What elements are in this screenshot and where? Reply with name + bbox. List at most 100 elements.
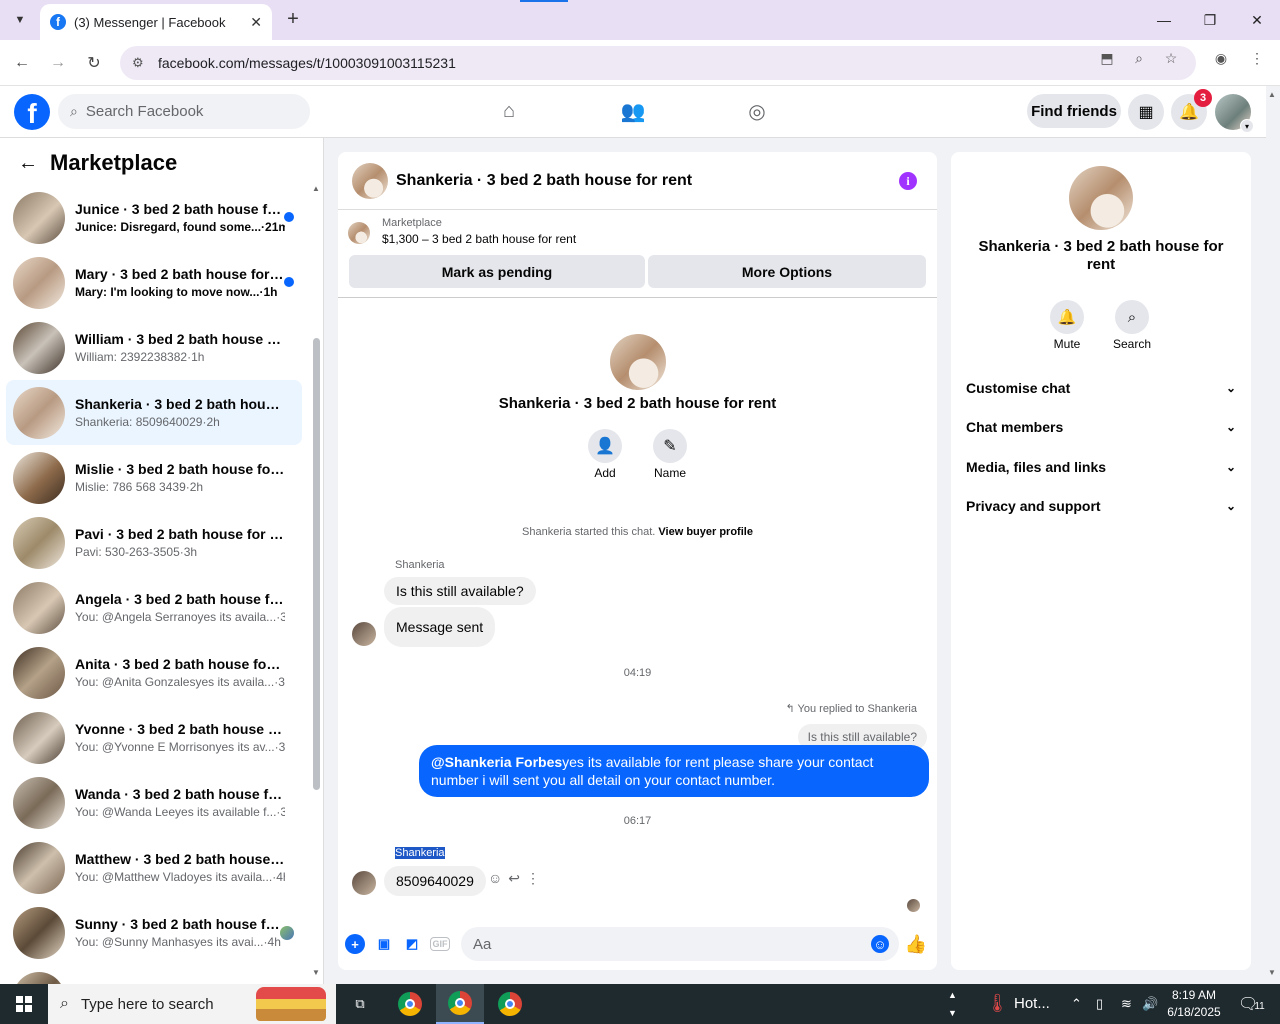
- conversation-item[interactable]: Angela · 3 bed 2 bath house for ... You: …: [6, 575, 302, 640]
- taskbar-search-placeholder: Type here to search: [80, 995, 214, 1013]
- tab-indicator: [520, 0, 568, 2]
- conversation-item[interactable]: Mary · 3 bed 2 bath house for ... Mary: I…: [6, 250, 302, 315]
- conversation-item[interactable]: Mislie · 3 bed 2 bath house for r... Misl…: [6, 445, 302, 510]
- emoji-icon[interactable]: ☺: [871, 935, 889, 953]
- chrome-profile-icon[interactable]: [436, 984, 484, 1024]
- star-icon[interactable]: ☆: [1162, 49, 1180, 67]
- install-icon[interactable]: ⬒: [1098, 49, 1116, 67]
- facebook-search[interactable]: ⌕: [58, 94, 310, 129]
- reload-icon[interactable]: ↻: [82, 51, 106, 75]
- more-options-button[interactable]: More Options: [648, 255, 926, 288]
- info-avatar[interactable]: [1069, 166, 1133, 230]
- mark-as-pending-button[interactable]: Mark as pending: [349, 255, 645, 288]
- incoming-message[interactable]: Message sent: [384, 607, 496, 647]
- notification-center-icon[interactable]: 🗨11: [1238, 994, 1265, 1014]
- page-scroll-up-icon[interactable]: ▲: [1268, 90, 1276, 99]
- search-icon[interactable]: ⌕: [1115, 300, 1149, 334]
- conversation-text: Junice · 3 bed 2 bath house fo... Junice:…: [75, 201, 285, 234]
- task-view-icon[interactable]: ⧉: [336, 984, 384, 1024]
- plus-icon[interactable]: +: [282, 8, 304, 30]
- sticker-icon[interactable]: ◩: [402, 934, 422, 954]
- conversation-item[interactable]: Shankeria · 3 bed 2 bath house f... Shank…: [6, 380, 302, 445]
- plus-icon[interactable]: +: [345, 934, 365, 954]
- conversation-item[interactable]: Matthew · 3 bed 2 bath house f... You: @M…: [6, 835, 302, 900]
- scroll-up-icon[interactable]: ▲: [312, 184, 320, 193]
- chrome-icon[interactable]: [386, 984, 434, 1024]
- site-info-icon[interactable]: ⚙: [132, 55, 150, 71]
- facebook-logo[interactable]: f: [14, 94, 50, 130]
- chat-avatar[interactable]: [352, 162, 388, 199]
- conversation-preview-line: You: @Angela Serranoyes its availa...·3h: [75, 610, 285, 624]
- view-buyer-profile-link[interactable]: View buyer profile: [658, 526, 753, 538]
- volume-icon[interactable]: 🔊: [1142, 996, 1158, 1012]
- groups-icon[interactable]: ◎: [744, 98, 770, 124]
- taskbar-search[interactable]: ⌕ Type here to search: [48, 984, 336, 1024]
- conversation-item[interactable]: Junice · 3 bed 2 bath house fo... Junice:…: [6, 185, 302, 250]
- thumbs-up-icon[interactable]: 👍: [905, 934, 927, 954]
- incoming-message[interactable]: Is this still available?: [384, 577, 536, 605]
- bell-icon[interactable]: 🔔: [1050, 300, 1084, 334]
- find-friends-button[interactable]: Find friends: [1027, 94, 1121, 128]
- chevron-up-icon[interactable]: ⌃: [1071, 996, 1082, 1012]
- conversation-item[interactable]: Pavi · 3 bed 2 bath house for rent Pavi: …: [6, 510, 302, 575]
- conversation-item[interactable]: Anita · 3 bed 2 bath house for r... You: …: [6, 640, 302, 705]
- minimize-icon[interactable]: —: [1152, 8, 1176, 32]
- taskbar-scroll-icon[interactable]: ▲ ▼: [948, 986, 957, 1022]
- device-icon[interactable]: ▯: [1096, 996, 1103, 1012]
- chat-title[interactable]: Shankeria · 3 bed 2 bath house for rent: [396, 172, 692, 190]
- tab-list-icon[interactable]: ▼: [8, 8, 32, 32]
- sender-avatar[interactable]: [352, 622, 376, 646]
- message-input[interactable]: [461, 927, 899, 961]
- account-icon[interactable]: ◉: [1212, 49, 1230, 67]
- scrollbar[interactable]: [313, 338, 320, 790]
- back-arrow-icon[interactable]: ←: [10, 51, 34, 75]
- timestamp: 06:17: [623, 815, 652, 827]
- forward-arrow-icon[interactable]: →: [46, 51, 70, 75]
- clock[interactable]: 8:19 AM 6/18/2025: [1160, 987, 1228, 1021]
- outgoing-message[interactable]: @Shankeria Forbesyes its available for r…: [419, 745, 929, 797]
- conversation-item[interactable]: William · 3 bed 2 bath house for... Willi…: [6, 315, 302, 380]
- info-title: Shankeria · 3 bed 2 bath house for rent: [978, 238, 1224, 273]
- section-customise-chat[interactable]: Customise chat ⌄: [966, 376, 1236, 400]
- browser-tab[interactable]: f (3) Messenger | Facebook ✕: [40, 4, 272, 40]
- page-scroll-down-icon[interactable]: ▼: [1268, 968, 1276, 977]
- conversation-item[interactable]: Ricardo · 3 bed 2 bath house for...: [6, 965, 302, 984]
- conversation-time: 21m: [265, 220, 285, 234]
- section-chat-members[interactable]: Chat members ⌄: [966, 415, 1236, 439]
- sender-avatar[interactable]: [352, 871, 376, 895]
- more-icon[interactable]: ⋮: [526, 870, 540, 887]
- close-icon[interactable]: ✕: [250, 14, 262, 31]
- menu-grid-icon[interactable]: ▦: [1128, 94, 1164, 130]
- back-arrow-icon[interactable]: ←: [18, 152, 38, 175]
- search-input[interactable]: [85, 103, 286, 120]
- url-omnibox[interactable]: ⚙ facebook.com/messages/t/10003091003115…: [120, 46, 1196, 80]
- reply-icon[interactable]: ↩: [508, 870, 520, 887]
- windows-start-icon[interactable]: [0, 984, 48, 1024]
- pencil-icon[interactable]: ✎: [653, 429, 687, 463]
- react-icon[interactable]: ☺: [488, 870, 502, 887]
- gif-icon[interactable]: GIF: [430, 937, 450, 951]
- restore-icon[interactable]: ❐: [1198, 8, 1222, 32]
- section-privacy-support[interactable]: Privacy and support ⌄: [966, 494, 1236, 518]
- kebab-menu-icon[interactable]: ⋮: [1248, 49, 1266, 67]
- zoom-icon[interactable]: ⌕: [1130, 49, 1148, 67]
- wifi-icon[interactable]: ≋: [1121, 996, 1132, 1012]
- chrome-profile-icon[interactable]: [486, 984, 534, 1024]
- incoming-message[interactable]: 8509640029: [384, 866, 486, 896]
- photo-icon[interactable]: ▣: [374, 934, 394, 954]
- add-person-icon[interactable]: 👤: [588, 429, 622, 463]
- window-close-icon[interactable]: ✕: [1245, 8, 1269, 32]
- weather-text[interactable]: Hot...: [1014, 995, 1050, 1012]
- listing-summary[interactable]: Marketplace $1,300 – 3 bed 2 bath house …: [348, 217, 576, 246]
- scroll-down-icon[interactable]: ▼: [312, 968, 320, 977]
- home-icon[interactable]: ⌂: [496, 98, 522, 124]
- conversation-item[interactable]: Yvonne · 3 bed 2 bath house for... You: @…: [6, 705, 302, 770]
- section-media-files-links[interactable]: Media, files and links ⌄: [966, 455, 1236, 479]
- facebook-header: f ⌕ ⌂ 👥 ◎ Find friends ▦ 🔔: [0, 86, 1266, 138]
- friends-icon[interactable]: 👥: [620, 98, 646, 124]
- mention[interactable]: @Shankeria Forbes: [431, 754, 562, 770]
- conversation-item[interactable]: Sunny · 3 bed 2 bath house fo... You: @Su…: [6, 900, 302, 965]
- conversation-item[interactable]: Wanda · 3 bed 2 bath house for ... You: @…: [6, 770, 302, 835]
- info-icon[interactable]: i: [899, 172, 917, 190]
- avatar[interactable]: ▾: [1215, 94, 1254, 133]
